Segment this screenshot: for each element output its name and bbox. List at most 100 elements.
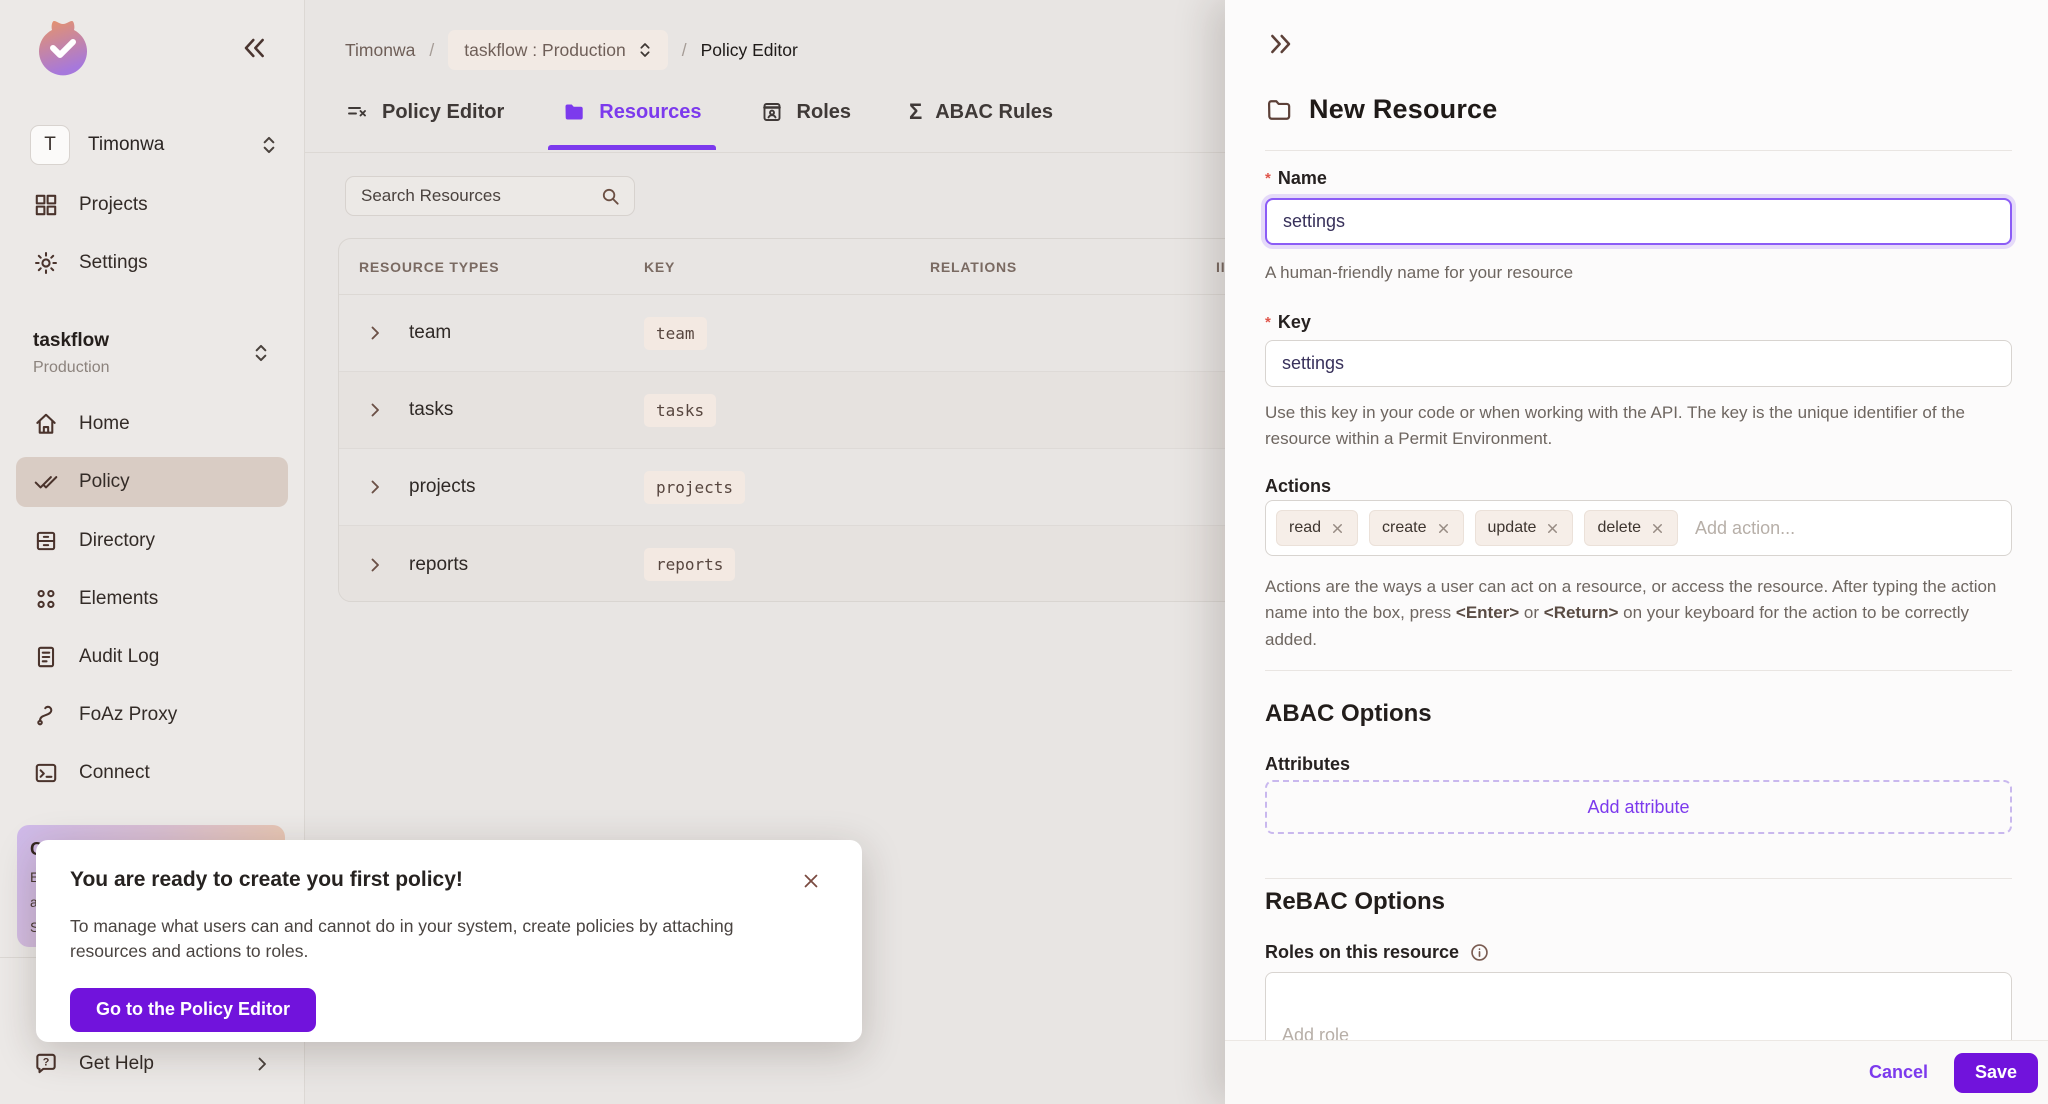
search-icon <box>599 185 622 208</box>
active-tab-underline <box>548 145 715 150</box>
row-expand-icon[interactable] <box>363 553 387 577</box>
column-header: RELATIONS <box>930 259 1017 275</box>
app-root: T Timonwa Projects Settings taskflow Pro… <box>0 0 2048 1104</box>
sidebar-item-home[interactable]: Home <box>16 399 288 449</box>
row-expand-icon[interactable] <box>363 398 387 422</box>
actions-field-label: Actions <box>1265 476 1331 497</box>
column-header-clipped: II <box>1216 259 1225 275</box>
sidebar-item-label: Elements <box>79 588 158 610</box>
close-icon[interactable] <box>800 870 822 892</box>
save-button[interactable]: Save <box>1954 1053 2038 1093</box>
drawer-footer: Cancel Save <box>1225 1040 2048 1104</box>
remove-tag-icon[interactable] <box>1650 521 1665 536</box>
tab-label: Policy Editor <box>382 101 504 124</box>
sidebar-item-audit-log[interactable]: Audit Log <box>16 632 288 682</box>
sidebar-item-label: FoAz Proxy <box>79 704 177 726</box>
filter-x-icon <box>345 100 369 124</box>
tab-roles[interactable]: Roles <box>760 100 851 150</box>
permit-logo-icon <box>31 16 95 80</box>
name-input[interactable] <box>1265 198 2012 245</box>
sidebar-item-foaz-proxy[interactable]: FoAz Proxy <box>16 690 288 740</box>
sidebar-item-directory[interactable]: Directory <box>16 516 288 566</box>
column-header: RESOURCE TYPES <box>359 259 499 275</box>
resource-name: team <box>409 322 451 344</box>
resource-name: projects <box>409 476 476 498</box>
resource-key-badge: reports <box>644 548 735 581</box>
folder-icon <box>562 100 586 124</box>
breadcrumb-separator: / <box>429 40 434 61</box>
sidebar-collapse-icon[interactable] <box>238 32 270 64</box>
breadcrumb-env-selector[interactable]: taskflow : Production <box>448 30 667 70</box>
add-attribute-button[interactable]: Add attribute <box>1265 780 2012 834</box>
add-action-placeholder[interactable]: Add action... <box>1695 518 1795 539</box>
folder-outline-icon <box>1265 96 1293 124</box>
sidebar-item-label: Home <box>79 413 130 435</box>
name-field-label: * Name <box>1265 168 1327 189</box>
sidebar-item-label: Projects <box>79 194 148 216</box>
roles-label-row: Roles on this resource <box>1265 942 1490 963</box>
chevron-updown-icon <box>634 39 656 61</box>
sidebar-item-connect[interactable]: Connect <box>16 748 288 798</box>
home-icon <box>33 411 59 437</box>
four-circles-icon <box>33 586 59 612</box>
breadcrumb-env-label: taskflow : Production <box>464 40 625 61</box>
drawer-title-row: New Resource <box>1265 94 1497 125</box>
roles-label: Roles on this resource <box>1265 942 1459 963</box>
workspace-switcher[interactable]: taskflow Production <box>33 330 282 377</box>
sidebar-item-get-help[interactable]: ? Get Help <box>16 1042 288 1086</box>
actions-input-box[interactable]: read create update delete Add action... <box>1265 500 2012 556</box>
search-input[interactable] <box>361 186 599 206</box>
remove-tag-icon[interactable] <box>1545 521 1560 536</box>
go-to-policy-editor-button[interactable]: Go to the Policy Editor <box>70 988 316 1032</box>
sidebar-item-label: Policy <box>79 471 130 493</box>
key-field-label: * Key <box>1265 312 1311 333</box>
name-helper: A human-friendly name for your resource <box>1265 260 2012 286</box>
org-name: Timonwa <box>88 134 256 156</box>
chevron-right-icon <box>250 1052 274 1076</box>
toast-body: To manage what users can and cannot do i… <box>70 914 770 964</box>
resource-name: reports <box>409 554 468 576</box>
tab-label: ABAC Rules <box>935 101 1053 124</box>
action-tag: delete <box>1584 510 1678 546</box>
tab-resources[interactable]: Resources <box>562 100 701 150</box>
workspace-env: Production <box>33 359 282 377</box>
row-expand-icon[interactable] <box>363 475 387 499</box>
search-box[interactable] <box>345 176 635 216</box>
tabbar: Policy Editor Resources Roles Σ <box>345 100 1053 150</box>
cancel-button[interactable]: Cancel <box>1869 1062 1928 1083</box>
resource-key-badge: tasks <box>644 394 716 427</box>
terminal-icon <box>33 760 59 786</box>
drawer-collapse-icon[interactable] <box>1265 28 1297 60</box>
toast-title: You are ready to create you first policy… <box>70 868 828 892</box>
sidebar-item-projects[interactable]: Projects <box>16 180 288 230</box>
svg-text:?: ? <box>43 1056 50 1068</box>
hook-route-icon <box>33 702 59 728</box>
help-bubble-icon: ? <box>33 1051 59 1077</box>
tab-abac-rules[interactable]: Σ ABAC Rules <box>909 100 1053 150</box>
info-icon[interactable] <box>1469 942 1490 963</box>
attributes-label: Attributes <box>1265 754 1350 775</box>
breadcrumb-separator: / <box>682 40 687 61</box>
roles-input[interactable]: Add role <box>1265 972 2012 1048</box>
org-switcher[interactable]: T Timonwa <box>30 122 282 168</box>
gear-icon <box>33 250 59 276</box>
key-helper: Use this key in your code or when workin… <box>1265 400 2012 453</box>
key-input[interactable] <box>1265 340 2012 387</box>
required-asterisk: * <box>1265 314 1271 331</box>
sidebar-item-elements[interactable]: Elements <box>16 574 288 624</box>
remove-tag-icon[interactable] <box>1330 521 1345 536</box>
workspace-name: taskflow <box>33 330 282 352</box>
abac-options-heading: ABAC Options <box>1265 700 1432 728</box>
sidebar-item-settings[interactable]: Settings <box>16 238 288 288</box>
resource-key-badge: team <box>644 317 707 350</box>
divider <box>1265 670 2012 671</box>
org-avatar: T <box>30 125 70 165</box>
tab-policy-editor[interactable]: Policy Editor <box>345 100 504 150</box>
sidebar-item-policy[interactable]: Policy <box>16 457 288 507</box>
remove-tag-icon[interactable] <box>1436 521 1451 536</box>
double-check-icon <box>33 469 59 495</box>
breadcrumb-org[interactable]: Timonwa <box>345 40 415 61</box>
row-expand-icon[interactable] <box>363 321 387 345</box>
column-header: KEY <box>644 259 675 275</box>
sigma-icon: Σ <box>909 101 922 123</box>
